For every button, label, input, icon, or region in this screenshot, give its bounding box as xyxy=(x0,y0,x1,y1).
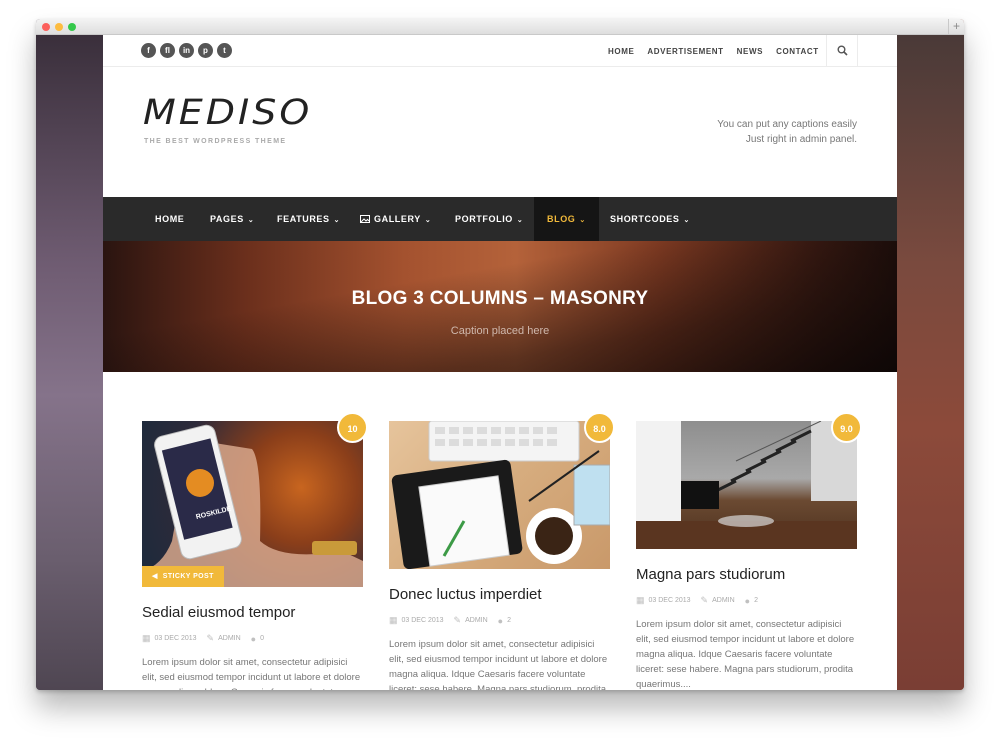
post-date: 03 DEC 2013 xyxy=(154,635,197,642)
nav-portfolio[interactable]: PORTFOLIO ⌄ xyxy=(455,197,523,241)
chevron-down-icon: ⌄ xyxy=(333,217,341,224)
calendar-icon: ▦ xyxy=(389,615,398,625)
calendar-icon: ▦ xyxy=(636,595,645,605)
nav-features-label: FEATURES xyxy=(277,214,330,224)
post-author[interactable]: ADMIN xyxy=(465,617,488,624)
post-date: 03 DEC 2013 xyxy=(401,617,444,624)
new-tab-button[interactable]: + xyxy=(948,19,964,35)
main-navigation: HOME PAGES ⌄ FEATURES ⌄ GALLERY ⌄ PORTFOLIO… xyxy=(103,197,897,241)
sticky-post-badge: ◀ STICKY POST xyxy=(142,566,224,587)
close-window-button[interactable] xyxy=(42,23,50,31)
nav-features[interactable]: FEATURES ⌄ xyxy=(277,197,340,241)
post-comments-count[interactable]: 2 xyxy=(507,617,511,624)
post-excerpt: Lorem ipsum dolor sit amet, consectetur … xyxy=(636,619,855,690)
page-title: BLOG 3 COLUMNS – MASONRY xyxy=(351,288,649,309)
post-comments-count[interactable]: 0 xyxy=(260,635,264,642)
image-icon xyxy=(360,215,370,223)
post-title[interactable]: Donec luctus imperdiet xyxy=(389,586,542,603)
pencil-icon: ✎ xyxy=(206,633,215,643)
minimize-window-button[interactable] xyxy=(55,23,63,31)
twitter-icon[interactable]: t xyxy=(217,43,232,58)
chevron-down-icon: ⌄ xyxy=(424,217,432,224)
sticky-post-label: STICKY POST xyxy=(162,573,214,580)
rating-badge: 10 xyxy=(337,412,368,443)
post-date: 03 DEC 2013 xyxy=(648,597,691,604)
header-caption: You can put any captions easily Just rig… xyxy=(657,117,857,147)
phone-photo: ROSKILDE xyxy=(142,424,363,587)
post-meta: ▦ 03 DEC 2013 ✎ ADMIN ● 2 xyxy=(636,595,764,606)
top-navigation: HOME ADVERTISEMENT NEWS CONTACT xyxy=(608,35,832,67)
nav-home[interactable]: HOME xyxy=(155,197,184,241)
post-excerpt: Lorem ipsum dolor sit amet, consectetur … xyxy=(142,657,361,690)
nav-pages-label: PAGES xyxy=(210,214,244,224)
nav-blog[interactable]: BLOG ⌄ xyxy=(534,197,599,241)
rating-badge: 8.0 xyxy=(584,412,615,443)
chevron-down-icon: ⌄ xyxy=(579,217,586,224)
pencil-icon: ✎ xyxy=(453,615,462,625)
topnav-news-link[interactable]: NEWS xyxy=(737,47,763,56)
topnav-contact-link[interactable]: CONTACT xyxy=(776,47,819,56)
post-thumbnail[interactable] xyxy=(389,421,610,569)
interior-photo xyxy=(636,421,857,549)
site-tagline: THE BEST WORDPRESS THEME xyxy=(144,138,287,145)
page-background-left xyxy=(36,35,103,690)
chevron-down-icon: ⌄ xyxy=(683,217,690,224)
calendar-icon: ▦ xyxy=(142,633,151,643)
post-thumbnail[interactable] xyxy=(636,421,857,549)
post-meta: ▦ 03 DEC 2013 ✎ ADMIN ● 2 xyxy=(389,615,517,626)
post-author[interactable]: ADMIN xyxy=(712,597,735,604)
search-button[interactable] xyxy=(826,35,858,67)
nav-gallery[interactable]: GALLERY ⌄ xyxy=(360,197,431,241)
browser-window: + f fl in p t HOME ADVERTISEMENT NEWS CO… xyxy=(36,19,964,690)
nav-shortcodes[interactable]: SHORTCODES ⌄ xyxy=(610,197,690,241)
topnav-home-link[interactable]: HOME xyxy=(608,47,634,56)
nav-home-label: HOME xyxy=(155,214,185,224)
nav-blog-label: BLOG xyxy=(547,214,576,224)
flickr-icon[interactable]: fl xyxy=(160,43,175,58)
header-caption-line-1: You can put any captions easily xyxy=(717,119,857,130)
linkedin-icon[interactable]: in xyxy=(179,43,194,58)
post-meta: ▦ 03 DEC 2013 ✎ ADMIN ● 0 xyxy=(142,633,270,644)
comments-icon: ● xyxy=(497,615,504,626)
chevron-down-icon: ⌄ xyxy=(247,217,255,224)
site-logo[interactable]: MEDISO xyxy=(143,92,312,132)
pinterest-icon[interactable]: p xyxy=(198,43,213,58)
top-bar: f fl in p t HOME ADVERTISEMENT NEWS CONT… xyxy=(103,35,897,67)
post-title[interactable]: Sedial eiusmod tempor xyxy=(142,604,295,621)
pencil-icon: ✎ xyxy=(700,595,709,605)
header-caption-line-2: Just right in admin panel. xyxy=(745,134,857,145)
chevron-down-icon: ⌄ xyxy=(516,217,524,224)
post-title[interactable]: Magna pars studiorum xyxy=(636,566,785,583)
megaphone-icon: ◀ xyxy=(152,573,158,580)
page-background-right xyxy=(897,35,964,690)
post-thumbnail[interactable]: ROSKILDE ◀ STICKY POST xyxy=(142,421,363,587)
nav-shortcodes-label: SHORTCODES xyxy=(610,214,680,224)
browser-titlebar: + xyxy=(36,19,964,35)
rating-badge: 9.0 xyxy=(831,412,862,443)
nav-pages[interactable]: PAGES ⌄ xyxy=(210,197,254,241)
facebook-icon[interactable]: f xyxy=(141,43,156,58)
nav-gallery-label: GALLERY xyxy=(374,214,421,224)
social-links: f fl in p t xyxy=(141,43,232,58)
topnav-advertisement-link[interactable]: ADVERTISEMENT xyxy=(647,47,723,56)
page-caption: Caption placed here xyxy=(450,325,550,337)
search-icon xyxy=(837,45,848,56)
nav-portfolio-label: PORTFOLIO xyxy=(455,214,513,224)
page-hero-banner: BLOG 3 COLUMNS – MASONRY Caption placed … xyxy=(103,241,897,372)
desk-photo xyxy=(391,421,610,569)
webpage: f fl in p t HOME ADVERTISEMENT NEWS CONT… xyxy=(103,35,897,690)
comments-icon: ● xyxy=(744,595,751,606)
post-author[interactable]: ADMIN xyxy=(218,635,241,642)
post-excerpt: Lorem ipsum dolor sit amet, consectetur … xyxy=(389,639,608,690)
comments-icon: ● xyxy=(250,633,257,644)
post-comments-count[interactable]: 2 xyxy=(754,597,758,604)
maximize-window-button[interactable] xyxy=(68,23,76,31)
